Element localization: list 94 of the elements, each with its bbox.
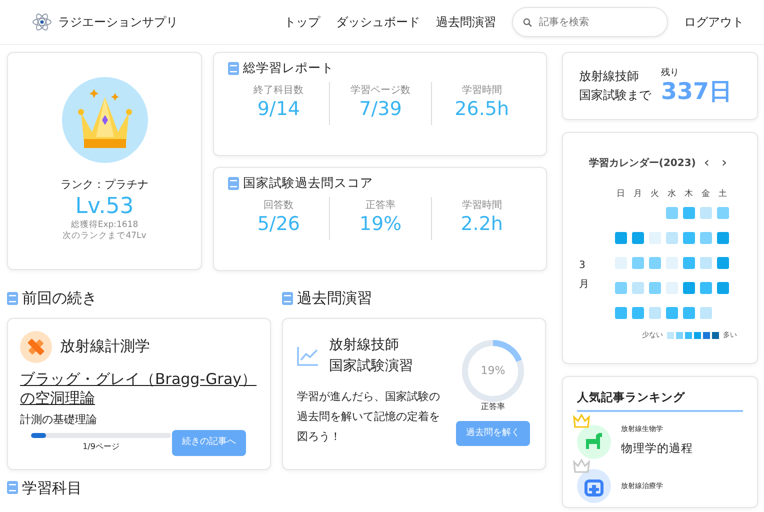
calendar-day[interactable] [700,232,712,244]
calendar-day[interactable] [649,282,661,294]
calendar-day[interactable] [666,206,678,219]
stat-label: 正答率 [364,198,396,213]
calendar-day[interactable] [615,282,627,294]
calendar-day[interactable] [700,306,712,319]
line-chart-icon [297,346,319,366]
book-icon [228,62,239,75]
book-icon [282,292,293,305]
weekday-label: 金 [700,188,712,201]
stat-label: 学習時間 [460,198,503,213]
ranking-article-link[interactable]: 物理学的過程 [621,440,693,455]
stat-label: 学習ページ数 [349,84,412,98]
donut-value: 19% [480,362,506,378]
calendar-day[interactable] [666,232,678,244]
calendar-day[interactable] [666,256,678,269]
calendar-day[interactable] [717,256,729,269]
calendar-day[interactable] [700,256,712,269]
book-icon [228,176,239,190]
calendar-day[interactable] [632,232,644,244]
section-heading: 過去問演習 [297,288,372,309]
calendar-day[interactable] [700,282,712,294]
calendar-day[interactable] [717,282,729,294]
search-icon [523,18,532,26]
brand-name[interactable]: ラジエーションサプリ [58,13,178,31]
calendar-day[interactable] [666,306,678,319]
nav-link[interactable]: トップ [284,13,320,31]
prev-month-button[interactable]: ‹ [700,153,714,174]
atom-logo-icon [32,12,52,32]
calendar-day[interactable] [649,256,661,269]
nav-link[interactable]: 過去問演習 [436,13,496,31]
stat-value: 5/26 [256,212,301,236]
stat-value: 7/39 [358,98,403,121]
weekday-label: 日 [616,188,626,201]
stat-value: 19% [358,212,403,236]
exam-title: 放射線技師 国家試験演習 [329,336,413,376]
calendar-day[interactable] [683,232,695,244]
book-icon [7,292,18,305]
calendar-day[interactable] [683,206,695,219]
accuracy-donut [461,338,525,402]
calendar-day[interactable] [683,282,695,294]
calendar-day[interactable] [717,206,729,219]
calendar-day[interactable] [717,232,729,244]
stat-label: 学習時間 [460,84,503,98]
calendar-day[interactable] [615,256,627,269]
progress-text: 1/9ページ [82,440,120,453]
weekday-label: 水 [666,188,678,201]
calendar-day[interactable] [683,256,695,269]
logout-link[interactable]: ログアウト [684,13,744,31]
stat-value: 2.2h [460,212,504,236]
calendar-day[interactable] [649,232,661,244]
calendar-day[interactable] [683,306,695,319]
medical-bag-icon [577,468,611,503]
rank-label: ランク：プラチナ [60,177,148,193]
next-month-button[interactable]: › [717,153,732,174]
calendar-day[interactable] [632,306,644,319]
section-heading: 学習科目 [22,478,82,498]
countdown-label: 放射線技師 国家試験まで [579,68,651,104]
section-heading: 前回の続き [22,288,97,309]
donut-caption: 正答率 [481,400,505,412]
level-value: Lv.53 [75,194,134,220]
stat-label: 回答数 [262,198,295,213]
subject-name: 放射線計測学 [60,336,150,358]
exp-text: 総獲得Exp:1618 [70,220,138,231]
remaining-label: 残り [661,66,680,80]
search-field[interactable]: 記事を検索 [537,14,647,30]
calendar-day[interactable] [615,232,627,244]
next-rank-text: 次のランクまで47Lv [62,230,146,242]
calendar-day[interactable] [632,282,644,294]
book-icon [7,481,18,494]
card-title: 総学習レポート [243,59,334,77]
days-remaining: 337日 [661,80,732,106]
calendar-day[interactable] [666,282,678,294]
calendar-day[interactable] [632,256,644,269]
stat-value: 9/14 [256,98,301,121]
ranking-title: 人気記事ランキング [577,389,743,412]
exam-description: 学習が進んだら、国家試験の過去問を解いて記憶の定着を図ろう！ [297,388,441,446]
stat-label: 終了科目数 [252,84,305,98]
stat-value: 26.5h [454,98,510,121]
nav-link[interactable]: ダッシュボード [336,13,420,31]
card-title: 国家試験過去問スコア [243,174,373,192]
article-subtitle: 計測の基礎理論 [20,412,98,428]
weekday-label: 土 [718,188,728,201]
calendar-day[interactable] [649,306,661,319]
calendar-day[interactable] [615,306,627,319]
weekday-label: 月 [632,188,644,201]
article-link[interactable]: ブラッグ・グレイ（Bragg-Gray）の空洞理論 [20,370,258,408]
dog-icon [577,424,611,458]
weekday-label: 火 [650,188,660,201]
calendar-title: 学習カレンダー(2023) [588,156,696,171]
month-label: 3月 [579,259,589,292]
calendar-day[interactable] [700,206,712,219]
search-field[interactable]: 記事を検索 [512,7,668,37]
weekday-label: 木 [684,188,694,201]
